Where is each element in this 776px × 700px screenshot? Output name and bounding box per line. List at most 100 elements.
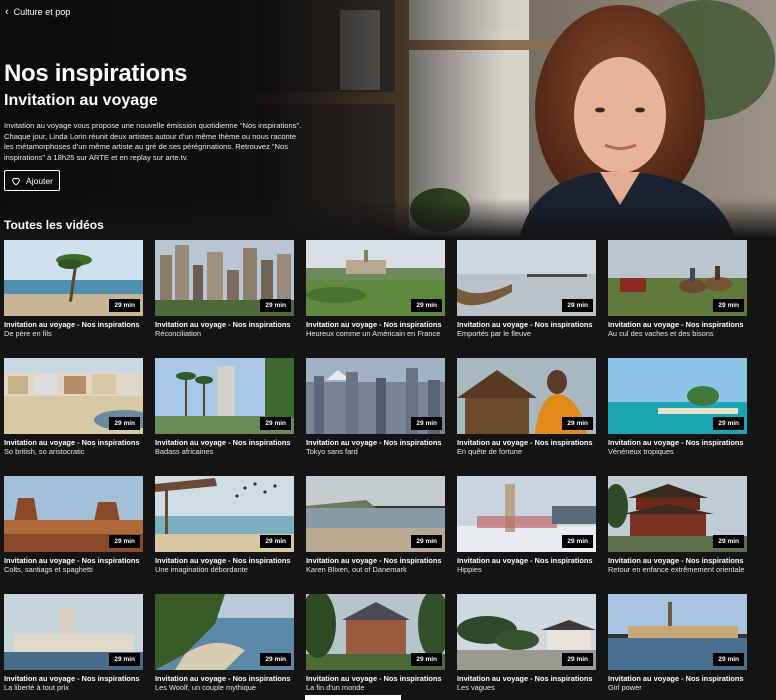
duration-badge: 29 min (562, 653, 593, 666)
video-title: La liberté à tout prix (4, 683, 69, 692)
video-title: En quête de fortune (457, 447, 522, 456)
video-series: Invitation au voyage - Nos inspirations (306, 674, 442, 683)
video-title: Au cul des vaches et des bisons (608, 329, 714, 338)
video-card[interactable]: 29 min Invitation au voyage - Nos inspir… (4, 594, 143, 693)
section-title: Toutes les vidéos (4, 218, 104, 232)
video-thumbnail[interactable]: 29 min (306, 594, 445, 670)
page-description: Invitation au voyage vous propose une no… (4, 121, 302, 162)
video-title: Tokyo sans fard (306, 447, 358, 456)
video-card[interactable]: 29 min Invitation au voyage - Nos inspir… (4, 476, 143, 575)
video-title: Les vagues (457, 683, 495, 692)
video-series: Invitation au voyage - Nos inspirations (457, 556, 593, 565)
add-button-label: Ajouter (26, 175, 53, 186)
video-card[interactable]: 29 min Invitation au voyage - Nos inspir… (457, 358, 596, 457)
video-title: Colts, santiags et spaghetti (4, 565, 93, 574)
duration-badge: 29 min (109, 653, 140, 666)
duration-badge: 29 min (109, 535, 140, 548)
duration-badge: 29 min (260, 299, 291, 312)
duration-badge: 29 min (411, 535, 442, 548)
video-title: De père en fils (4, 329, 52, 338)
video-thumbnail[interactable]: 29 min (155, 240, 294, 316)
scroll-indicator (305, 695, 401, 700)
chevron-left-icon: ‹ (5, 5, 9, 18)
video-card[interactable]: 29 min Invitation au voyage - Nos inspir… (155, 476, 294, 575)
video-thumbnail[interactable]: 29 min (608, 240, 747, 316)
video-thumbnail[interactable]: 29 min (457, 358, 596, 434)
video-thumbnail[interactable]: 29 min (457, 240, 596, 316)
video-title: Hippies (457, 565, 482, 574)
video-thumbnail[interactable]: 29 min (155, 358, 294, 434)
duration-badge: 29 min (713, 535, 744, 548)
video-card[interactable]: 29 min Invitation au voyage - Nos inspir… (306, 476, 445, 575)
video-title: Badass africaines (155, 447, 214, 456)
video-title: Vénéneux tropiques (608, 447, 674, 456)
add-button[interactable]: Ajouter (4, 170, 60, 191)
duration-badge: 29 min (411, 653, 442, 666)
video-thumbnail[interactable]: 29 min (608, 476, 747, 552)
video-series: Invitation au voyage - Nos inspirations (457, 438, 593, 447)
duration-badge: 29 min (109, 417, 140, 430)
video-card[interactable]: 29 min Invitation au voyage - Nos inspir… (4, 358, 143, 457)
video-thumbnail[interactable]: 29 min (457, 594, 596, 670)
video-card[interactable]: 29 min Invitation au voyage - Nos inspir… (155, 594, 294, 693)
duration-badge: 29 min (713, 417, 744, 430)
breadcrumb-label: Culture et pop (13, 7, 71, 17)
video-title: Réconciliation (155, 329, 202, 338)
video-thumbnail[interactable]: 29 min (4, 594, 143, 670)
video-series: Invitation au voyage - Nos inspirations (306, 320, 442, 329)
video-series: Invitation au voyage - Nos inspirations (155, 556, 291, 565)
page-title: Nos inspirations (4, 60, 188, 87)
video-thumbnail[interactable]: 29 min (457, 476, 596, 552)
video-thumbnail[interactable]: 29 min (4, 358, 143, 434)
video-series: Invitation au voyage - Nos inspirations (155, 438, 291, 447)
duration-badge: 29 min (562, 535, 593, 548)
video-title: Retour en enfance extrêmement orientale (608, 565, 745, 574)
breadcrumb[interactable]: ‹ Culture et pop (5, 5, 71, 18)
video-series: Invitation au voyage - Nos inspirations (608, 438, 744, 447)
video-card[interactable]: 29 min Invitation au voyage - Nos inspir… (155, 358, 294, 457)
video-series: Invitation au voyage - Nos inspirations (4, 674, 140, 683)
video-card[interactable]: 29 min Invitation au voyage - Nos inspir… (608, 476, 747, 575)
video-thumbnail[interactable]: 29 min (306, 476, 445, 552)
duration-badge: 29 min (260, 417, 291, 430)
duration-badge: 29 min (713, 299, 744, 312)
video-series: Invitation au voyage - Nos inspirations (608, 674, 744, 683)
video-card[interactable]: 29 min Invitation au voyage - Nos inspir… (306, 594, 445, 693)
video-title: Les Woolf, un couple mythique (155, 683, 256, 692)
video-card[interactable]: 29 min Invitation au voyage - Nos inspir… (306, 358, 445, 457)
video-series: Invitation au voyage - Nos inspirations (4, 438, 140, 447)
video-thumbnail[interactable]: 29 min (306, 358, 445, 434)
video-series: Invitation au voyage - Nos inspirations (4, 320, 140, 329)
duration-badge: 29 min (260, 535, 291, 548)
video-thumbnail[interactable]: 29 min (608, 594, 747, 670)
video-thumbnail[interactable]: 29 min (155, 476, 294, 552)
video-card[interactable]: 29 min Invitation au voyage - Nos inspir… (608, 358, 747, 457)
video-series: Invitation au voyage - Nos inspirations (306, 438, 442, 447)
heart-icon (12, 177, 20, 185)
video-title: Heureux comme un Américain en France (306, 329, 441, 338)
duration-badge: 29 min (411, 299, 442, 312)
video-card[interactable]: 29 min Invitation au voyage - Nos inspir… (457, 594, 596, 693)
video-thumbnail[interactable]: 29 min (306, 240, 445, 316)
video-thumbnail[interactable]: 29 min (4, 240, 143, 316)
video-series: Invitation au voyage - Nos inspirations (306, 556, 442, 565)
video-card[interactable]: 29 min Invitation au voyage - Nos inspir… (4, 240, 143, 339)
video-card[interactable]: 29 min Invitation au voyage - Nos inspir… (155, 240, 294, 339)
video-card[interactable]: 29 min Invitation au voyage - Nos inspir… (457, 240, 596, 339)
video-series: Invitation au voyage - Nos inspirations (155, 674, 291, 683)
video-card[interactable]: 29 min Invitation au voyage - Nos inspir… (608, 594, 747, 693)
video-card[interactable]: 29 min Invitation au voyage - Nos inspir… (306, 240, 445, 339)
video-thumbnail[interactable]: 29 min (608, 358, 747, 434)
video-thumbnail[interactable]: 29 min (155, 594, 294, 670)
video-series: Invitation au voyage - Nos inspirations (457, 320, 593, 329)
video-thumbnail[interactable]: 29 min (4, 476, 143, 552)
video-series: Invitation au voyage - Nos inspirations (155, 320, 291, 329)
video-series: Invitation au voyage - Nos inspirations (4, 556, 140, 565)
duration-badge: 29 min (260, 653, 291, 666)
duration-badge: 29 min (411, 417, 442, 430)
video-card[interactable]: 29 min Invitation au voyage - Nos inspir… (608, 240, 747, 339)
video-series: Invitation au voyage - Nos inspirations (608, 556, 744, 565)
video-card[interactable]: 29 min Invitation au voyage - Nos inspir… (457, 476, 596, 575)
hero-overlay-bottom (0, 198, 776, 238)
hero-banner (0, 0, 776, 238)
